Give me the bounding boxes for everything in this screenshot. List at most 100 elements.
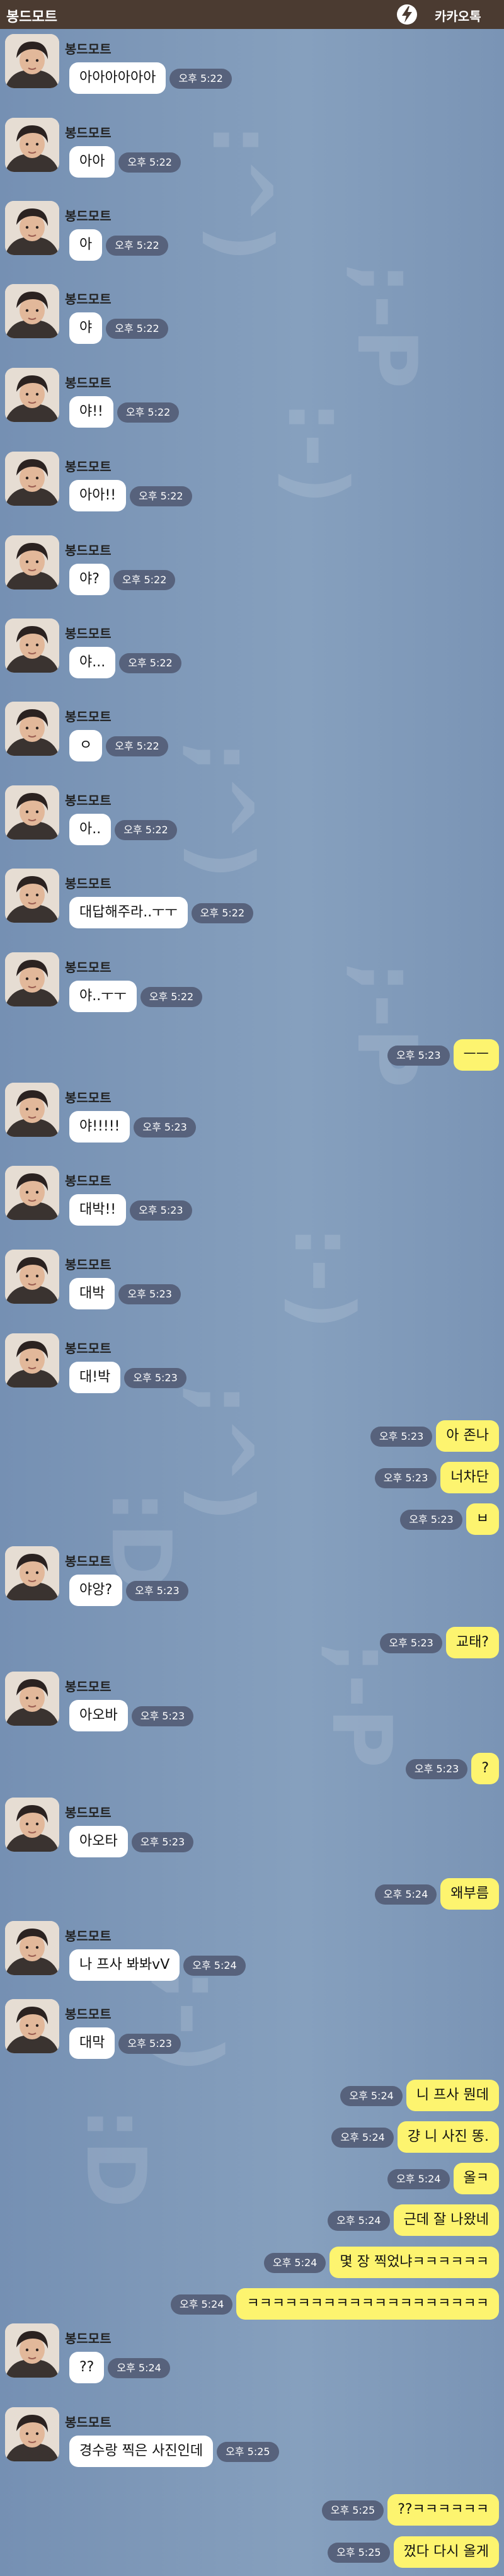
received-message-bubble[interactable]: 야앙?: [69, 1575, 123, 1606]
received-message-bubble[interactable]: 경수랑 찍은 사진인데: [69, 2436, 214, 2467]
received-message-bubble[interactable]: 아아!!: [69, 480, 127, 511]
received-message-bubble[interactable]: 아..: [69, 814, 112, 845]
sender-avatar[interactable]: [5, 1250, 59, 1304]
sent-message-bubble[interactable]: 껐다 다시 올게: [393, 2536, 499, 2568]
sent-message-bubble[interactable]: ㅡㅡ: [453, 1039, 499, 1071]
sender-name: 봉드모트: [65, 2415, 112, 2430]
received-message-bubble[interactable]: 야...: [69, 647, 116, 678]
received-message-bubble[interactable]: ㅇ: [69, 730, 103, 761]
sent-message-bubble[interactable]: ?: [471, 1753, 499, 1784]
sender-avatar[interactable]: [5, 702, 59, 756]
sender-avatar[interactable]: [5, 869, 59, 923]
emoticon-watermark: ;-): [144, 1969, 239, 2073]
message-timestamp: 오후 5:22: [191, 903, 254, 923]
message-timestamp: 오후 5:25: [217, 2442, 279, 2462]
sender-avatar[interactable]: [5, 34, 59, 88]
sent-message-bubble[interactable]: ㅂ: [466, 1503, 499, 1535]
sent-message-bubble[interactable]: ??ㅋㅋㅋㅋㅋㅋ: [387, 2494, 499, 2526]
sent-message-bubble[interactable]: 몇 장 찍었냐ㅋㅋㅋㅋㅋㅋ: [329, 2247, 499, 2278]
message-timestamp: 오후 5:22: [113, 570, 176, 590]
sender-avatar[interactable]: [5, 118, 59, 172]
message-timestamp: 오후 5:23: [380, 1633, 442, 1653]
sender-name: 봉드모트: [65, 1257, 112, 1272]
sent-message-bubble[interactable]: 올ㅋ: [453, 2163, 499, 2194]
message-timestamp: 오후 5:23: [400, 1510, 462, 1530]
chat-title: 봉드모트: [6, 9, 57, 25]
received-message-bubble[interactable]: 아아아아아아: [69, 62, 166, 94]
sent-message-bubble[interactable]: 교태?: [445, 1627, 499, 1658]
sent-message-bubble[interactable]: 왜부름: [440, 1878, 499, 1910]
sender-avatar[interactable]: [5, 2323, 59, 2378]
sender-avatar[interactable]: [5, 1333, 59, 1388]
sender-name: 봉드모트: [65, 543, 112, 558]
received-message-bubble[interactable]: ??: [69, 2352, 105, 2383]
received-message-bubble[interactable]: 대박!!: [69, 1194, 127, 1226]
sender-name: 봉드모트: [65, 292, 112, 307]
received-message-bubble[interactable]: 아: [69, 229, 103, 261]
sender-avatar[interactable]: [5, 1798, 59, 1852]
message-timestamp: 오후 5:23: [118, 1284, 181, 1304]
sender-name: 봉드모트: [65, 1805, 112, 1820]
sender-avatar[interactable]: [5, 952, 59, 1006]
sender-name: 봉드모트: [65, 375, 112, 390]
chat-area[interactable]: :^) ;-P:-) ;^) ;-P:-) ;^):D ;-P ;-):D 아아아아아아 오후 …: [0, 29, 504, 2576]
emoticon-watermark: ;-P: [339, 262, 435, 389]
sender-avatar[interactable]: [5, 785, 59, 840]
message-timestamp: 오후 5:22: [117, 402, 180, 423]
sent-message-bubble[interactable]: 걍 니 사진 똥.: [397, 2121, 499, 2153]
received-message-bubble[interactable]: 대!박: [69, 1362, 121, 1393]
emoticon-watermark: ;-P: [339, 961, 435, 1088]
message-timestamp: 오후 5:23: [118, 2034, 181, 2054]
message-timestamp: 오후 5:22: [130, 486, 192, 506]
message-timestamp: 오후 5:24: [170, 2294, 233, 2315]
message-timestamp: 오후 5:24: [328, 2211, 390, 2231]
received-message-bubble[interactable]: 야!!!!!: [69, 1111, 130, 1143]
sender-name: 봉드모트: [65, 1554, 112, 1569]
sender-name: 봉드모트: [65, 125, 112, 140]
sent-message-bubble[interactable]: 근데 잘 나왔네: [393, 2204, 499, 2236]
sender-avatar[interactable]: [5, 2407, 59, 2461]
sender-avatar[interactable]: [5, 1921, 59, 1975]
sender-avatar[interactable]: [5, 535, 59, 590]
emoticon-watermark: :-): [270, 401, 365, 505]
sender-avatar[interactable]: [5, 1083, 59, 1137]
message-timestamp: 오후 5:25: [328, 2543, 390, 2563]
message-timestamp: 오후 5:22: [106, 736, 168, 756]
sent-message-bubble[interactable]: ㅋㅋㅋㅋㅋㅋㅋㅋㅋㅋㅋㅋㅋㅋㅋㅋㅋㅋㅋ: [236, 2288, 499, 2320]
emoticon-watermark: :D: [68, 2107, 164, 2208]
sender-avatar[interactable]: [5, 452, 59, 506]
received-message-bubble[interactable]: 대박: [69, 1278, 115, 1309]
sent-message-bubble[interactable]: 너차단: [440, 1462, 499, 1493]
sender-avatar[interactable]: [5, 1999, 59, 2053]
sender-name: 봉드모트: [65, 1341, 112, 1356]
sender-avatar[interactable]: [5, 1672, 59, 1726]
received-message-bubble[interactable]: 아아: [69, 146, 115, 178]
received-message-bubble[interactable]: 아오타: [69, 1826, 128, 1857]
sender-name: 봉드모트: [65, 626, 112, 641]
received-message-bubble[interactable]: 야?: [69, 564, 110, 595]
received-message-bubble[interactable]: 야!!: [69, 396, 113, 428]
sender-avatar[interactable]: [5, 618, 59, 673]
received-message-bubble[interactable]: 야: [69, 312, 103, 344]
sender-avatar[interactable]: [5, 1546, 59, 1600]
message-timestamp: 오후 5:24: [263, 2253, 326, 2273]
sender-name: 봉드모트: [65, 1173, 112, 1188]
emoticon-watermark: :^): [194, 123, 290, 263]
sender-avatar[interactable]: [5, 1166, 59, 1220]
message-timestamp: 오후 5:22: [119, 653, 181, 673]
received-message-bubble[interactable]: 야..ㅜㅜ: [69, 981, 137, 1012]
received-message-bubble[interactable]: 아오바: [69, 1700, 128, 1731]
received-message-bubble[interactable]: 나 프사 봐봐vV: [69, 1949, 180, 1981]
received-message-bubble[interactable]: 대답해주라..ㅜㅜ: [69, 897, 188, 928]
sent-message-bubble[interactable]: 니 프사 뭔데: [406, 2080, 499, 2111]
sender-avatar[interactable]: [5, 368, 59, 422]
sender-name: 봉드모트: [65, 459, 112, 474]
sender-name: 봉드모트: [65, 208, 112, 224]
sender-name: 봉드모트: [65, 1929, 112, 1944]
message-timestamp: 오후 5:24: [374, 1884, 437, 1905]
message-timestamp: 오후 5:23: [131, 1706, 194, 1726]
sender-avatar[interactable]: [5, 284, 59, 338]
sender-avatar[interactable]: [5, 201, 59, 255]
sent-message-bubble[interactable]: 아 존나: [436, 1420, 499, 1452]
received-message-bubble[interactable]: 대막: [69, 2027, 115, 2059]
